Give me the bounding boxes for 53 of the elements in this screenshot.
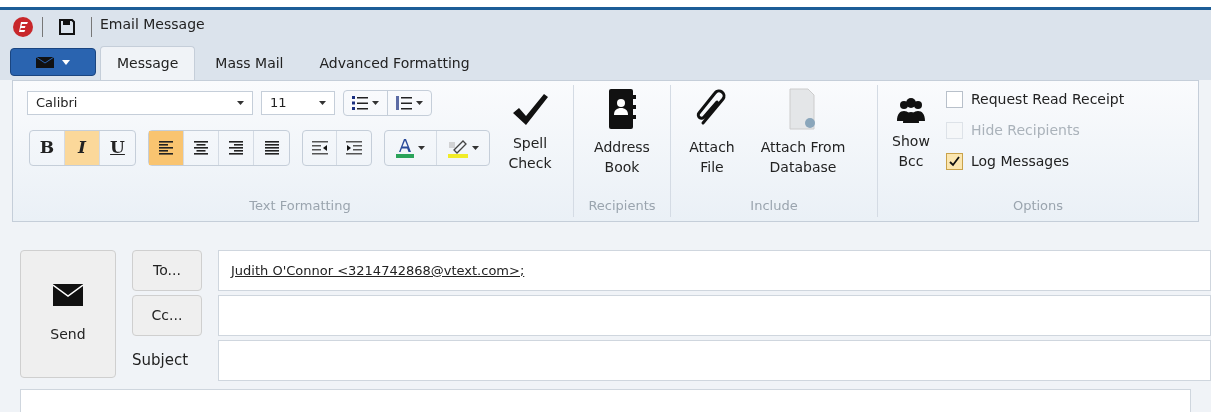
caret-icon (418, 146, 425, 150)
cc-field[interactable] (218, 295, 1211, 336)
mail-menu-button[interactable] (10, 48, 96, 76)
envelope-icon (53, 283, 83, 306)
underline-button[interactable]: U (100, 131, 135, 165)
subject-label: Subject (132, 350, 189, 372)
envelope-icon (36, 56, 54, 68)
address-book-button[interactable]: Address Book (587, 81, 657, 196)
align-left-icon (159, 141, 173, 155)
indent-icon (311, 141, 328, 155)
caret-icon (62, 59, 70, 65)
align-center-icon (194, 141, 208, 155)
ribbon-tab[interactable]: Message (100, 46, 196, 80)
checkbox[interactable] (946, 91, 963, 108)
address-book-icon (607, 87, 637, 131)
font-size-dropdown[interactable]: 11 (261, 91, 335, 115)
bullet-list-icon (352, 96, 368, 110)
group-label: Include (750, 196, 798, 215)
people-icon (897, 97, 925, 123)
option-checkbox[interactable]: Request Read Receipt (946, 89, 1125, 110)
attach-file-button[interactable]: Attach File (689, 87, 735, 196)
window-title: Email Message (100, 15, 205, 34)
highlighter-icon (447, 138, 468, 158)
checkbox[interactable] (946, 153, 963, 170)
show-bcc-button[interactable]: Show Bcc (888, 87, 934, 196)
to-field[interactable]: Judith O'Connor <3214742868@vtext.com>; (218, 250, 1211, 291)
attach-from-database-button[interactable]: Attach From Database (747, 87, 859, 196)
group-label: Text Formatting (249, 196, 351, 215)
caret-icon (372, 101, 379, 105)
subject-field[interactable] (218, 340, 1211, 381)
save-icon[interactable] (59, 19, 75, 35)
align-justify-icon (264, 141, 279, 155)
align-right-icon (229, 141, 243, 155)
align-left-button[interactable] (149, 131, 184, 165)
caret-icon (416, 101, 423, 105)
outdent-icon (346, 141, 362, 155)
group-label: Recipients (588, 196, 656, 215)
caret-icon (319, 101, 326, 105)
send-button[interactable]: Send (20, 250, 116, 378)
font-name-dropdown[interactable]: Calibri (27, 91, 253, 115)
caret-icon (471, 146, 479, 150)
to-button[interactable]: To... (132, 250, 202, 291)
ribbon-tab[interactable]: Advanced Formatting (303, 46, 486, 80)
caret-icon (237, 101, 244, 105)
ribbon-tab[interactable]: Mass Mail (199, 46, 300, 80)
font-color-icon (396, 138, 414, 158)
app-logo-icon (12, 16, 34, 38)
italic-button[interactable]: I (65, 131, 100, 165)
group-label: Options (1012, 196, 1064, 215)
spell-check-button[interactable]: Spell Check (502, 81, 558, 196)
option-checkbox[interactable]: Log Messages (946, 151, 1125, 172)
checkmark-icon (949, 156, 960, 167)
cc-button[interactable]: Cc... (132, 295, 202, 336)
